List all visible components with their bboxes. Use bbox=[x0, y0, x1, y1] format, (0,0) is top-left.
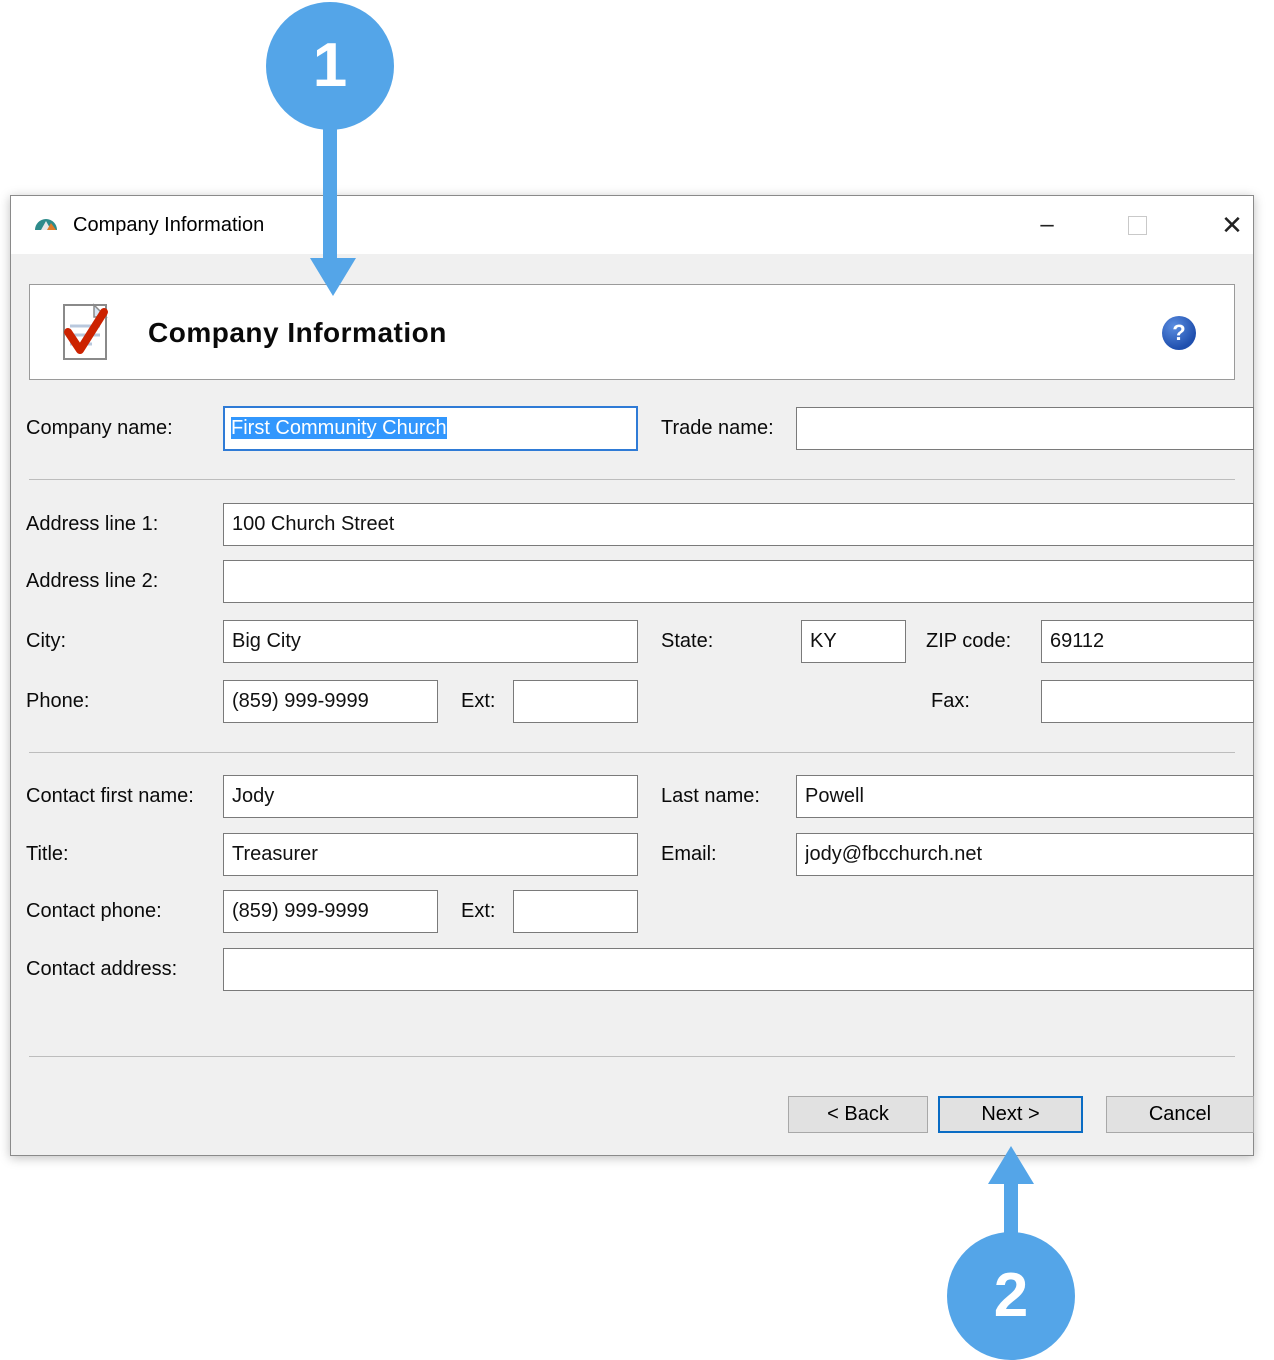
contact-first-name-label: Contact first name: bbox=[26, 774, 194, 819]
help-icon[interactable]: ? bbox=[1162, 316, 1196, 350]
fax-input[interactable] bbox=[1041, 680, 1254, 723]
maximize-button[interactable] bbox=[1106, 196, 1168, 254]
page-title: Company Information bbox=[148, 285, 447, 381]
separator-2 bbox=[29, 752, 1235, 753]
contact-ext-label: Ext: bbox=[461, 889, 495, 934]
phone-input[interactable] bbox=[223, 680, 438, 723]
company-name-selected-text: First Community Church bbox=[231, 417, 447, 439]
phone-label: Phone: bbox=[26, 679, 89, 724]
address-line1-label: Address line 1: bbox=[26, 502, 158, 547]
contact-phone-input[interactable] bbox=[223, 890, 438, 933]
contact-phone-label: Contact phone: bbox=[26, 889, 162, 934]
email-input[interactable] bbox=[796, 833, 1254, 876]
callout-1-arrow-line bbox=[323, 126, 337, 260]
address-line2-input[interactable] bbox=[223, 560, 1254, 603]
last-name-input[interactable] bbox=[796, 775, 1254, 818]
address-line1-input[interactable] bbox=[223, 503, 1254, 546]
back-button[interactable]: < Back bbox=[788, 1096, 928, 1133]
company-name-label: Company name: bbox=[26, 406, 173, 451]
fax-label: Fax: bbox=[931, 679, 970, 724]
callout-2-arrowhead-icon bbox=[988, 1146, 1034, 1184]
callout-1-badge: 1 bbox=[266, 2, 394, 130]
dialog-header: Company Information ? bbox=[29, 284, 1235, 380]
phone-ext-label: Ext: bbox=[461, 679, 495, 724]
app-logo-icon bbox=[33, 212, 59, 238]
document-check-icon bbox=[58, 302, 116, 362]
contact-address-input[interactable] bbox=[223, 948, 1254, 991]
last-name-label: Last name: bbox=[661, 774, 760, 819]
title-label: Title: bbox=[26, 832, 69, 877]
title-bar: Company Information – ✕ bbox=[11, 196, 1253, 254]
email-label: Email: bbox=[661, 832, 717, 877]
window-title: Company Information bbox=[73, 196, 264, 254]
callout-1-arrowhead-icon bbox=[310, 258, 356, 296]
address-line2-label: Address line 2: bbox=[26, 559, 158, 604]
city-input[interactable] bbox=[223, 620, 638, 663]
contact-first-name-input[interactable] bbox=[223, 775, 638, 818]
separator-1 bbox=[29, 479, 1235, 480]
separator-3 bbox=[29, 1056, 1235, 1057]
phone-ext-input[interactable] bbox=[513, 680, 638, 723]
state-input[interactable] bbox=[801, 620, 906, 663]
maximize-icon bbox=[1128, 216, 1147, 235]
contact-address-label: Contact address: bbox=[26, 947, 177, 992]
company-name-input[interactable]: First Community Church bbox=[223, 406, 638, 451]
state-label: State: bbox=[661, 619, 713, 664]
cancel-button[interactable]: Cancel bbox=[1106, 1096, 1254, 1133]
callout-2-arrow-line bbox=[1004, 1180, 1018, 1236]
city-label: City: bbox=[26, 619, 66, 664]
close-button[interactable]: ✕ bbox=[1201, 196, 1263, 254]
title-input[interactable] bbox=[223, 833, 638, 876]
zip-code-label: ZIP code: bbox=[926, 619, 1011, 664]
next-button[interactable]: Next > bbox=[938, 1096, 1083, 1133]
company-information-dialog: Company Information – ✕ Company Informat… bbox=[10, 195, 1254, 1156]
trade-name-input[interactable] bbox=[796, 407, 1254, 450]
screenshot-stage: Company Information – ✕ Company Informat… bbox=[0, 0, 1274, 1360]
contact-ext-input[interactable] bbox=[513, 890, 638, 933]
callout-2-badge: 2 bbox=[947, 1232, 1075, 1360]
trade-name-label: Trade name: bbox=[661, 406, 774, 451]
minimize-button[interactable]: – bbox=[1016, 196, 1078, 254]
zip-code-input[interactable] bbox=[1041, 620, 1254, 663]
